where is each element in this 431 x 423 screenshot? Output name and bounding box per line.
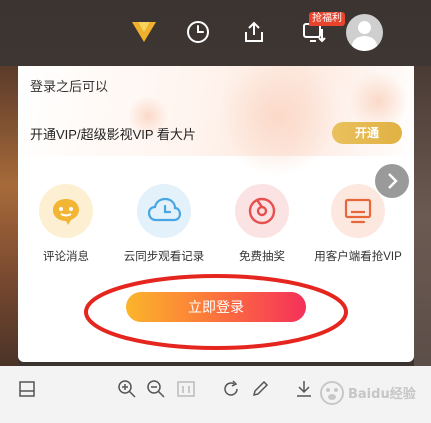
zoom-in-icon[interactable] (116, 378, 138, 400)
decorative-circle (218, 66, 338, 176)
login-after-text: 登录之后可以 (30, 79, 109, 94)
svg-text:Baidu经验: Baidu经验 (348, 386, 417, 402)
top-toolbar: 抢福利 (0, 0, 431, 66)
edit-pencil-icon[interactable] (249, 378, 271, 400)
user-avatar[interactable] (346, 14, 383, 51)
welfare-badge[interactable]: 抢福利 (309, 12, 345, 26)
feature-free-lottery[interactable]: 免费抽奖 (214, 184, 310, 264)
lottery-icon (235, 184, 289, 238)
feature-label: 评论消息 (43, 251, 89, 263)
annotation-ellipse (84, 274, 348, 350)
vip-logo-icon[interactable] (126, 14, 162, 50)
feature-label: 云同步观看记录 (123, 251, 205, 263)
panel-layout-icon[interactable] (16, 378, 38, 400)
rotate-icon[interactable] (220, 378, 242, 400)
download-icon[interactable] (293, 378, 315, 400)
cloud-clock-icon (137, 184, 191, 238)
monitor-icon (331, 184, 385, 238)
feature-label: 免费抽奖 (239, 251, 285, 263)
open-vip-button[interactable]: 开通 (332, 122, 402, 144)
feature-label: 用客户端看抢VIP (314, 251, 402, 263)
next-arrow-button[interactable] (375, 164, 409, 198)
feature-cloud-sync[interactable]: 云同步观看记录 (116, 184, 212, 264)
feature-comment-messages[interactable]: 评论消息 (18, 184, 114, 264)
avatar-head (358, 21, 371, 34)
video-background-left (0, 66, 18, 366)
comment-bubble-icon (39, 184, 93, 238)
baidu-jingyan-watermark: Baidu经验 (318, 378, 418, 414)
upload-icon[interactable] (236, 14, 272, 50)
history-clock-icon[interactable] (180, 14, 216, 50)
vip-promo-text: 开通VIP/超级影视VIP 看大片 (30, 127, 196, 142)
feature-list: 评论消息 云同步观看记录 免费抽奖 用客户端看抢VIP (18, 184, 414, 274)
actual-size-icon[interactable] (175, 378, 197, 400)
video-background-right (414, 66, 431, 366)
avatar-body (352, 36, 377, 51)
zoom-out-icon[interactable] (145, 378, 167, 400)
chevron-right-icon (388, 173, 398, 189)
